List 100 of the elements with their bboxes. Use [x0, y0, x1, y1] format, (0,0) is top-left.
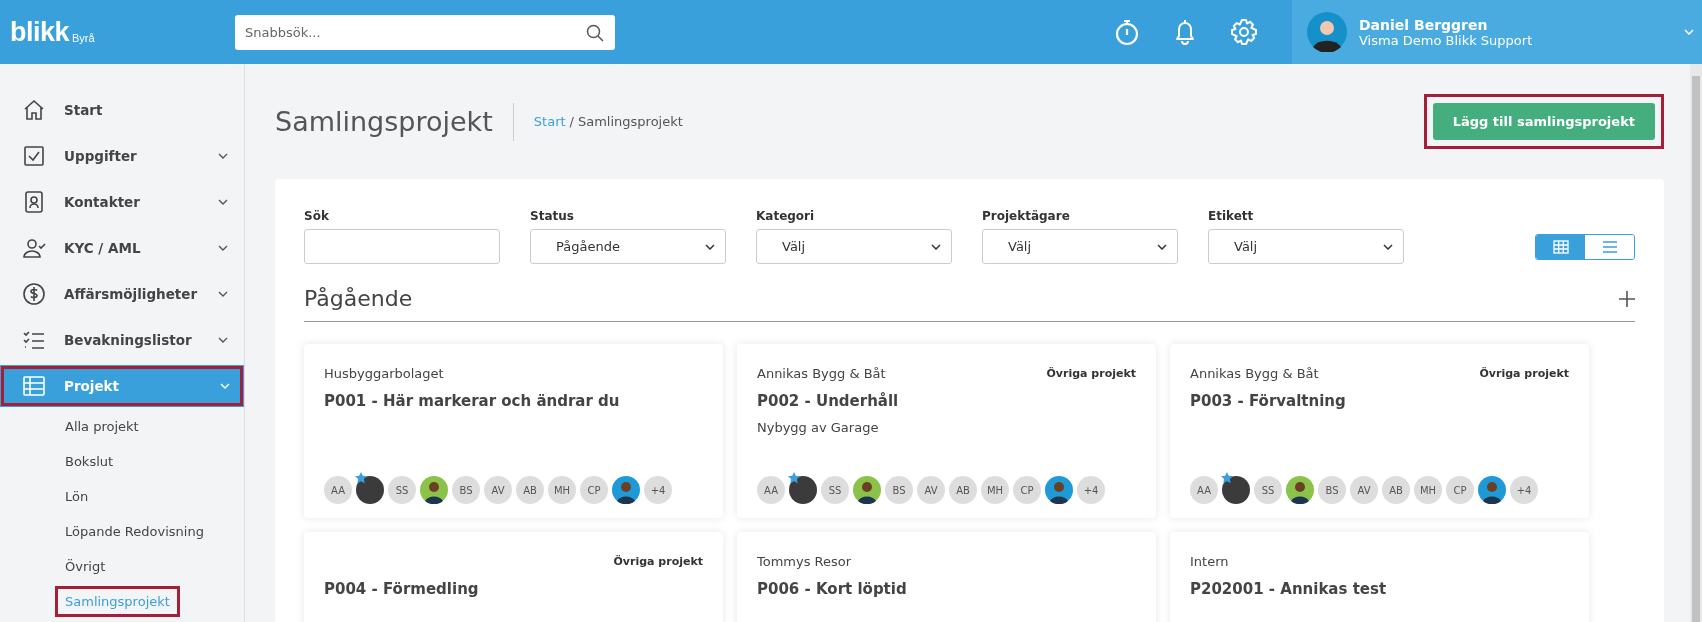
photo-placeholder — [1222, 476, 1250, 504]
dropdown[interactable]: Pågående — [530, 229, 726, 264]
member-avatar: AB — [516, 476, 544, 504]
project-card[interactable]: Intern P202001 - Annikas test — [1170, 532, 1589, 622]
checklist-icon — [22, 328, 46, 352]
member-avatar: +4 — [1510, 476, 1538, 504]
project-card[interactable]: Annikas Bygg & Båt Övriga projekt P003 - Förvaltning AA SS BS AV AB MH CP +4 — [1170, 344, 1589, 518]
chevron-down-icon — [218, 337, 228, 343]
list-icon — [1601, 241, 1618, 253]
project-title: P202001 - Annikas test — [1190, 580, 1388, 598]
home-icon — [22, 98, 46, 122]
member-avatar: AV — [484, 476, 512, 504]
member-avatar: AA — [324, 476, 352, 504]
member-avatar: MH — [548, 476, 576, 504]
member-avatar: SS — [821, 476, 849, 504]
search-field[interactable]: Snabbsök... — [235, 14, 615, 50]
member-avatar: +4 — [644, 476, 672, 504]
sidebar-item[interactable]: Bevakningslistor — [0, 317, 242, 363]
sidebar-subitem[interactable]: Övrigt — [58, 554, 113, 579]
filter-label: Kategori — [756, 209, 816, 223]
company-name: Intern — [1190, 553, 1229, 569]
avatar-icon — [853, 476, 881, 504]
company-name: Tommys Resor — [757, 553, 852, 569]
chevron-down-icon — [705, 243, 715, 250]
chevron-down-icon — [1684, 29, 1694, 35]
user-name: Daniel Berggren — [1359, 16, 1489, 33]
member-avatar: BS — [1318, 476, 1346, 504]
avatar-icon — [612, 476, 640, 504]
photo-placeholder — [789, 476, 817, 504]
dropdown[interactable]: Välj — [756, 229, 952, 264]
project-title: P001 - Här markerar och ändrar du — [324, 392, 621, 410]
filter-label: Projektägare — [982, 209, 1071, 223]
table-icon — [22, 374, 46, 398]
member-avatar: AA — [757, 476, 785, 504]
organization-name: Visma Demo Blikk Support — [1359, 32, 1534, 48]
dropdown[interactable]: Välj — [982, 229, 1178, 264]
member-avatar: AV — [917, 476, 945, 504]
dollar-icon — [22, 282, 46, 306]
sidebar-item[interactable]: Affärsmöjligheter — [0, 271, 242, 317]
project-title: P006 - Kort löptid — [757, 580, 908, 598]
member-avatar: MH — [981, 476, 1009, 504]
photo-placeholder — [356, 476, 384, 504]
sidebar-item[interactable]: Uppgifter — [0, 133, 242, 179]
star-icon — [355, 472, 367, 484]
sidebar-item[interactable]: KYC / AML — [0, 225, 242, 271]
company-name: Husbyggarbolaget — [324, 365, 444, 381]
member-avatar: SS — [1254, 476, 1282, 504]
category-label: Övriga projekt — [1479, 366, 1569, 380]
sidebar-subitem[interactable]: Löpande Redovisning — [58, 519, 211, 544]
project-card[interactable]: Annikas Bygg & Båt Övriga projekt P002 - Underhåll Nybygg av Garage AA SS BS AV AB MH CP +4 — [737, 344, 1156, 518]
avatar-icon — [1307, 12, 1347, 52]
sidebar-subitem[interactable]: Bokslut — [58, 449, 121, 474]
sidebar-item[interactable]: Kontakter — [0, 179, 242, 225]
star-icon — [788, 472, 800, 484]
checkbox-icon — [22, 144, 46, 168]
plus-icon[interactable] — [1619, 290, 1635, 307]
member-avatar: +4 — [1077, 476, 1105, 504]
chevron-down-icon — [931, 243, 941, 250]
member-avatar: BS — [885, 476, 913, 504]
filter-label: Status — [530, 209, 575, 223]
breadcrumb-text: / — [569, 114, 574, 129]
search-icon — [586, 23, 604, 42]
person-check-icon — [22, 236, 46, 260]
company-name: Annikas Bygg & Båt — [1190, 365, 1319, 381]
logo-subtitle: Byrå — [72, 32, 95, 46]
member-avatar: MH — [1414, 476, 1442, 504]
chevron-down-icon — [218, 245, 228, 251]
avatar-icon — [1045, 476, 1073, 504]
avatar-icon — [1478, 476, 1506, 504]
contact-icon — [22, 190, 46, 214]
sidebar-subitem[interactable]: Lön — [58, 484, 96, 509]
project-card[interactable]: Tommys Resor P006 - Kort löptid — [737, 532, 1156, 622]
avatar-icon — [1286, 476, 1314, 504]
scrollbar-thumb[interactable] — [1692, 76, 1700, 622]
member-avatar: SS — [388, 476, 416, 504]
member-avatar: CP — [1446, 476, 1474, 504]
chevron-down-icon — [218, 291, 228, 297]
search-field[interactable] — [304, 229, 500, 264]
category-label: Övriga projekt — [613, 554, 703, 568]
sidebar-subitem[interactable]: Alla projekt — [58, 414, 146, 439]
filter-label: Etikett — [1208, 209, 1255, 223]
member-avatar: CP — [1013, 476, 1041, 504]
project-title: P003 - Förvaltning — [1190, 392, 1347, 410]
sidebar-item[interactable]: Start — [0, 87, 242, 133]
dropdown[interactable]: Välj — [1208, 229, 1404, 264]
chevron-down-icon — [1383, 243, 1393, 250]
chevron-down-icon — [1157, 243, 1167, 250]
settings-icon[interactable] — [1230, 18, 1258, 46]
project-card[interactable]: Husbyggarbolaget P001 - Här markerar och ändrar du AA SS BS AV AB MH CP +4 — [304, 344, 723, 518]
chevron-down-icon — [220, 383, 230, 389]
project-card[interactable]: Övriga projekt P004 - Förmedling — [304, 532, 723, 622]
member-avatar: AV — [1350, 476, 1378, 504]
section-title: Pågående — [304, 286, 413, 311]
timer-icon[interactable] — [1114, 18, 1140, 46]
project-title: P004 - Förmedling — [324, 580, 480, 598]
category-label: Övriga projekt — [1046, 366, 1136, 380]
grid-view-button[interactable] — [1536, 235, 1585, 259]
member-avatar: CP — [580, 476, 608, 504]
filter-label: Sök — [304, 209, 330, 223]
avatar-icon — [420, 476, 448, 504]
